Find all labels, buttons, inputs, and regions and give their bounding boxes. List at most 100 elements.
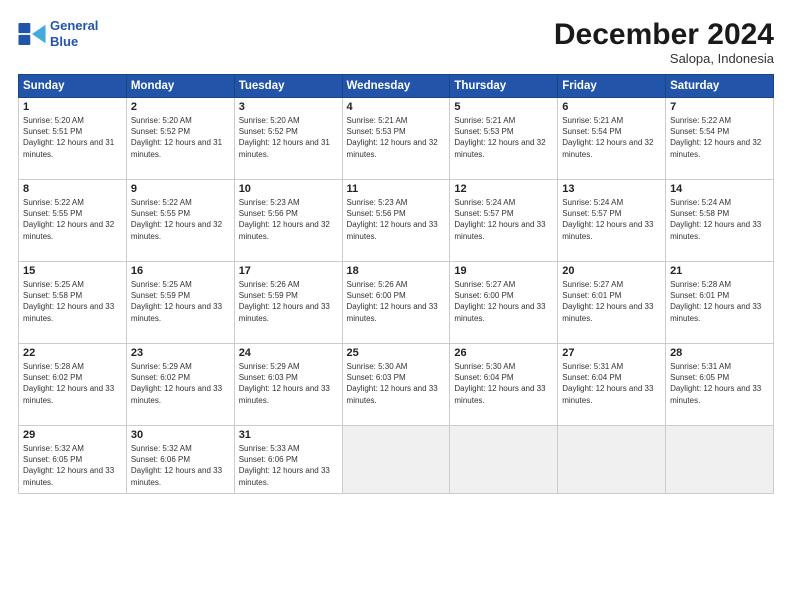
col-saturday: Saturday [666, 75, 774, 98]
day-info: Sunrise: 5:26 AMSunset: 6:00 PMDaylight:… [347, 279, 446, 324]
day-number: 15 [23, 265, 122, 277]
day-info: Sunrise: 5:33 AMSunset: 6:06 PMDaylight:… [239, 443, 338, 488]
day-info: Sunrise: 5:27 AMSunset: 6:01 PMDaylight:… [562, 279, 661, 324]
col-monday: Monday [126, 75, 234, 98]
logo-text: General Blue [50, 18, 98, 49]
day-info: Sunrise: 5:31 AMSunset: 6:05 PMDaylight:… [670, 361, 769, 406]
table-row [450, 426, 558, 494]
title-area: December 2024 Salopa, Indonesia [554, 18, 774, 66]
day-info: Sunrise: 5:24 AMSunset: 5:57 PMDaylight:… [454, 197, 553, 242]
logo-line2: Blue [50, 34, 78, 49]
day-info: Sunrise: 5:24 AMSunset: 5:57 PMDaylight:… [562, 197, 661, 242]
day-info: Sunrise: 5:21 AMSunset: 5:53 PMDaylight:… [454, 115, 553, 160]
col-friday: Friday [558, 75, 666, 98]
day-info: Sunrise: 5:30 AMSunset: 6:03 PMDaylight:… [347, 361, 446, 406]
day-number: 24 [239, 347, 338, 359]
day-info: Sunrise: 5:22 AMSunset: 5:55 PMDaylight:… [23, 197, 122, 242]
day-info: Sunrise: 5:21 AMSunset: 5:54 PMDaylight:… [562, 115, 661, 160]
day-number: 10 [239, 183, 338, 195]
day-info: Sunrise: 5:22 AMSunset: 5:54 PMDaylight:… [670, 115, 769, 160]
calendar-header-row: Sunday Monday Tuesday Wednesday Thursday… [19, 75, 774, 98]
table-row: 4 Sunrise: 5:21 AMSunset: 5:53 PMDayligh… [342, 98, 450, 180]
day-number: 23 [131, 347, 230, 359]
day-number: 2 [131, 101, 230, 113]
day-info: Sunrise: 5:22 AMSunset: 5:55 PMDaylight:… [131, 197, 230, 242]
day-number: 31 [239, 429, 338, 441]
col-wednesday: Wednesday [342, 75, 450, 98]
day-number: 13 [562, 183, 661, 195]
day-number: 29 [23, 429, 122, 441]
table-row: 30 Sunrise: 5:32 AMSunset: 6:06 PMDaylig… [126, 426, 234, 494]
day-info: Sunrise: 5:27 AMSunset: 6:00 PMDaylight:… [454, 279, 553, 324]
logo-line1: General [50, 18, 98, 33]
day-number: 7 [670, 101, 769, 113]
col-thursday: Thursday [450, 75, 558, 98]
col-sunday: Sunday [19, 75, 127, 98]
day-info: Sunrise: 5:29 AMSunset: 6:03 PMDaylight:… [239, 361, 338, 406]
logo-icon [18, 23, 46, 45]
page: General Blue December 2024 Salopa, Indon… [0, 0, 792, 612]
day-number: 1 [23, 101, 122, 113]
day-info: Sunrise: 5:23 AMSunset: 5:56 PMDaylight:… [239, 197, 338, 242]
table-row: 21 Sunrise: 5:28 AMSunset: 6:01 PMDaylig… [666, 262, 774, 344]
table-row: 12 Sunrise: 5:24 AMSunset: 5:57 PMDaylig… [450, 180, 558, 262]
day-number: 17 [239, 265, 338, 277]
table-row: 1 Sunrise: 5:20 AMSunset: 5:51 PMDayligh… [19, 98, 127, 180]
logo: General Blue [18, 18, 98, 49]
table-row: 6 Sunrise: 5:21 AMSunset: 5:54 PMDayligh… [558, 98, 666, 180]
day-number: 26 [454, 347, 553, 359]
day-number: 5 [454, 101, 553, 113]
table-row: 5 Sunrise: 5:21 AMSunset: 5:53 PMDayligh… [450, 98, 558, 180]
calendar: Sunday Monday Tuesday Wednesday Thursday… [18, 74, 774, 494]
day-number: 9 [131, 183, 230, 195]
table-row: 8 Sunrise: 5:22 AMSunset: 5:55 PMDayligh… [19, 180, 127, 262]
table-row: 19 Sunrise: 5:27 AMSunset: 6:00 PMDaylig… [450, 262, 558, 344]
day-number: 18 [347, 265, 446, 277]
table-row: 20 Sunrise: 5:27 AMSunset: 6:01 PMDaylig… [558, 262, 666, 344]
table-row: 18 Sunrise: 5:26 AMSunset: 6:00 PMDaylig… [342, 262, 450, 344]
day-info: Sunrise: 5:29 AMSunset: 6:02 PMDaylight:… [131, 361, 230, 406]
table-row: 3 Sunrise: 5:20 AMSunset: 5:52 PMDayligh… [234, 98, 342, 180]
table-row: 7 Sunrise: 5:22 AMSunset: 5:54 PMDayligh… [666, 98, 774, 180]
table-row: 23 Sunrise: 5:29 AMSunset: 6:02 PMDaylig… [126, 344, 234, 426]
day-info: Sunrise: 5:25 AMSunset: 5:59 PMDaylight:… [131, 279, 230, 324]
day-info: Sunrise: 5:20 AMSunset: 5:51 PMDaylight:… [23, 115, 122, 160]
table-row: 24 Sunrise: 5:29 AMSunset: 6:03 PMDaylig… [234, 344, 342, 426]
table-row: 22 Sunrise: 5:28 AMSunset: 6:02 PMDaylig… [19, 344, 127, 426]
day-info: Sunrise: 5:26 AMSunset: 5:59 PMDaylight:… [239, 279, 338, 324]
day-info: Sunrise: 5:30 AMSunset: 6:04 PMDaylight:… [454, 361, 553, 406]
col-tuesday: Tuesday [234, 75, 342, 98]
day-info: Sunrise: 5:32 AMSunset: 6:05 PMDaylight:… [23, 443, 122, 488]
location: Salopa, Indonesia [554, 51, 774, 66]
table-row [666, 426, 774, 494]
table-row [558, 426, 666, 494]
day-number: 21 [670, 265, 769, 277]
day-info: Sunrise: 5:25 AMSunset: 5:58 PMDaylight:… [23, 279, 122, 324]
day-info: Sunrise: 5:24 AMSunset: 5:58 PMDaylight:… [670, 197, 769, 242]
table-row: 25 Sunrise: 5:30 AMSunset: 6:03 PMDaylig… [342, 344, 450, 426]
day-number: 28 [670, 347, 769, 359]
day-info: Sunrise: 5:20 AMSunset: 5:52 PMDaylight:… [131, 115, 230, 160]
day-number: 30 [131, 429, 230, 441]
day-info: Sunrise: 5:28 AMSunset: 6:02 PMDaylight:… [23, 361, 122, 406]
day-number: 19 [454, 265, 553, 277]
day-number: 25 [347, 347, 446, 359]
day-number: 3 [239, 101, 338, 113]
table-row [342, 426, 450, 494]
day-number: 6 [562, 101, 661, 113]
day-number: 8 [23, 183, 122, 195]
day-number: 27 [562, 347, 661, 359]
table-row: 15 Sunrise: 5:25 AMSunset: 5:58 PMDaylig… [19, 262, 127, 344]
table-row: 17 Sunrise: 5:26 AMSunset: 5:59 PMDaylig… [234, 262, 342, 344]
table-row: 13 Sunrise: 5:24 AMSunset: 5:57 PMDaylig… [558, 180, 666, 262]
day-info: Sunrise: 5:23 AMSunset: 5:56 PMDaylight:… [347, 197, 446, 242]
day-number: 11 [347, 183, 446, 195]
table-row: 14 Sunrise: 5:24 AMSunset: 5:58 PMDaylig… [666, 180, 774, 262]
day-number: 14 [670, 183, 769, 195]
day-number: 16 [131, 265, 230, 277]
day-info: Sunrise: 5:20 AMSunset: 5:52 PMDaylight:… [239, 115, 338, 160]
day-number: 20 [562, 265, 661, 277]
table-row: 27 Sunrise: 5:31 AMSunset: 6:04 PMDaylig… [558, 344, 666, 426]
table-row: 16 Sunrise: 5:25 AMSunset: 5:59 PMDaylig… [126, 262, 234, 344]
table-row: 2 Sunrise: 5:20 AMSunset: 5:52 PMDayligh… [126, 98, 234, 180]
